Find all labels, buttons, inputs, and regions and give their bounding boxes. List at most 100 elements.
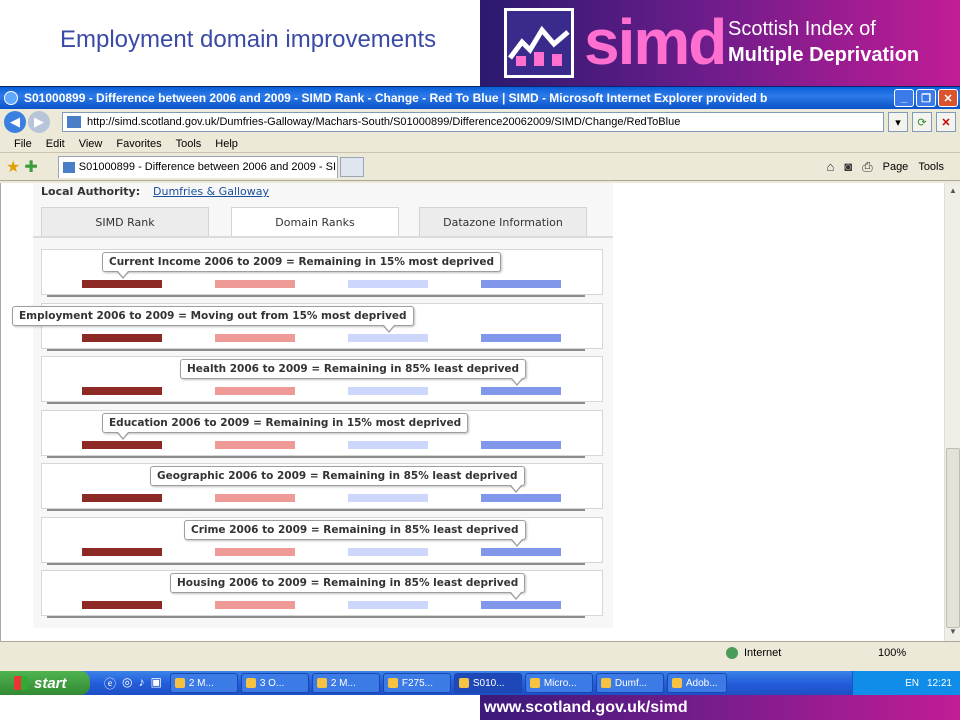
banner-wordmark: simd xyxy=(584,6,727,78)
band-bar-2 xyxy=(215,440,295,449)
quick-launch-desktop-icon[interactable]: ▣ xyxy=(151,675,162,692)
new-tab-button[interactable] xyxy=(339,156,364,177)
browser-tab[interactable]: S01000899 - Difference between 2006 and … xyxy=(57,155,338,178)
taskbar-item[interactable]: Adob... xyxy=(666,673,727,693)
task-label: 2 M... xyxy=(330,677,356,689)
tools-menu[interactable]: Tools xyxy=(918,161,944,173)
footer-url: www.scotland.gov.uk/simd xyxy=(480,695,960,720)
band-bar-1 xyxy=(82,601,162,609)
band-bar-2 xyxy=(215,601,295,609)
band-bar-4 xyxy=(481,387,561,395)
start-button[interactable]: start xyxy=(0,671,90,695)
menu-favorites[interactable]: Favorites xyxy=(116,138,161,150)
web-content: Local Authority: Dumfries & Galloway SIM… xyxy=(0,183,944,641)
band-bar-4 xyxy=(481,601,561,609)
domain-change-callout: Current Income 2006 to 2009 = Remaining … xyxy=(102,252,502,279)
domain-change-callout: Crime 2006 to 2009 = Remaining in 85% le… xyxy=(184,519,526,547)
menu-view[interactable]: View xyxy=(79,138,103,150)
window-title: S01000899 - Difference between 2006 and … xyxy=(24,91,768,105)
panel-baseline xyxy=(47,562,585,565)
language-indicator[interactable]: EN xyxy=(905,678,919,689)
domain-change-callout: Geographic 2006 to 2009 = Remaining in 8… xyxy=(150,466,525,493)
taskbar-item[interactable]: F275... xyxy=(382,673,451,693)
window-titlebar[interactable]: S01000899 - Difference between 2006 and … xyxy=(0,87,960,109)
stop-button[interactable]: ✕ xyxy=(936,112,956,132)
feeds-icon[interactable]: ◙ xyxy=(844,159,852,174)
tab-favicon-icon xyxy=(62,161,75,173)
band-bar-2 xyxy=(215,333,295,342)
start-label: start xyxy=(34,674,67,692)
print-icon[interactable]: ⎙ xyxy=(862,159,872,175)
address-dropdown-button[interactable]: ▾ xyxy=(888,112,908,132)
band-bar-4 xyxy=(481,494,561,502)
domain-change-callout: Housing 2006 to 2009 = Remaining in 85% … xyxy=(170,573,526,600)
menu-edit[interactable]: Edit xyxy=(46,138,65,150)
taskbar-item[interactable]: Dumf... xyxy=(595,673,664,693)
simd-house-logo-icon xyxy=(504,8,574,78)
task-icon xyxy=(174,678,185,688)
quick-launch-ie-icon[interactable]: ⓔ xyxy=(104,675,116,692)
taskbar-item[interactable]: Micro... xyxy=(524,673,593,693)
tab-row: ★ ✚ S01000899 - Difference between 2006 … xyxy=(0,153,960,181)
domain-panel: Crime 2006 to 2009 = Remaining in 85% le… xyxy=(41,516,603,563)
forward-button[interactable]: ▶ xyxy=(28,111,50,133)
slide-title: Employment domain improvements xyxy=(60,26,437,53)
scroll-up-icon[interactable]: ▲ xyxy=(946,184,960,198)
tab-datazone-information[interactable]: Datazone Information xyxy=(419,207,587,237)
refresh-button[interactable]: ⟳ xyxy=(912,112,932,132)
domain-change-callout: Health 2006 to 2009 = Remaining in 85% l… xyxy=(180,359,527,386)
task-label: Micro... xyxy=(543,677,577,689)
close-button[interactable]: ✕ xyxy=(938,89,958,107)
security-zone: Internet xyxy=(726,646,781,659)
taskbar-item[interactable]: 2 M... xyxy=(311,673,380,693)
band-bar-3 xyxy=(348,547,428,556)
address-bar[interactable]: http://simd.scotland.gov.uk/Dumfries-Gal… xyxy=(62,112,884,132)
quick-launch-media-icon[interactable]: ♪ xyxy=(139,675,145,692)
scrollbar-thumb[interactable] xyxy=(946,448,960,628)
domain-panel: Health 2006 to 2009 = Remaining in 85% l… xyxy=(41,356,603,402)
domain-panel: Geographic 2006 to 2009 = Remaining in 8… xyxy=(41,463,603,509)
vertical-scrollbar[interactable]: ▲ ▼ xyxy=(944,183,960,641)
task-label: 2 M... xyxy=(188,677,214,689)
domain-change-callout: Employment 2006 to 2009 = Moving out fro… xyxy=(12,305,414,333)
quick-launch-outlook-icon[interactable]: ◎ xyxy=(122,675,132,692)
favorites-star-icon[interactable]: ★ xyxy=(6,157,20,177)
taskbar-item[interactable]: 3 O... xyxy=(240,673,309,693)
band-bar-3 xyxy=(348,333,428,342)
band-bar-3 xyxy=(348,280,428,288)
menu-file[interactable]: File xyxy=(14,138,32,150)
tab-domain-ranks[interactable]: Domain Ranks xyxy=(231,207,399,237)
taskbar-item-active[interactable]: S010... xyxy=(453,673,522,693)
ie-icon xyxy=(4,91,18,105)
tab-simd-rank[interactable]: SIMD Rank xyxy=(41,207,209,237)
page-menu[interactable]: Page xyxy=(883,161,909,173)
minimize-button[interactable]: _ xyxy=(894,89,914,107)
task-icon xyxy=(600,678,611,688)
band-bar-4 xyxy=(481,440,561,449)
task-label: Adob... xyxy=(685,677,718,689)
scroll-down-icon[interactable]: ▼ xyxy=(946,625,960,639)
menu-tools[interactable]: Tools xyxy=(176,138,202,150)
domain-panel: Housing 2006 to 2009 = Remaining in 85% … xyxy=(41,570,603,616)
address-row: ◀ ▶ http://simd.scotland.gov.uk/Dumfries… xyxy=(0,109,960,135)
band-bar-4 xyxy=(481,333,561,342)
clock: 12:21 xyxy=(926,677,952,689)
add-favorites-icon[interactable]: ✚ xyxy=(24,157,37,177)
page-favicon-icon xyxy=(67,116,81,128)
band-bar-2 xyxy=(215,494,295,502)
callout-pointer-icon xyxy=(383,324,395,333)
task-label: 3 O... xyxy=(259,677,285,689)
maximize-button[interactable]: ❐ xyxy=(916,89,936,107)
back-button[interactable]: ◀ xyxy=(4,111,26,133)
home-icon[interactable]: ⌂ xyxy=(826,159,834,174)
menu-help[interactable]: Help xyxy=(215,138,238,150)
band-bar-4 xyxy=(481,547,561,556)
band-bar-2 xyxy=(215,547,295,556)
band-bar-2 xyxy=(215,280,295,288)
band-bar-1 xyxy=(82,387,162,395)
band-bar-3 xyxy=(348,494,428,502)
local-authority-link[interactable]: Dumfries & Galloway xyxy=(153,185,269,198)
domain-change-callout: Education 2006 to 2009 = Remaining in 15… xyxy=(102,412,469,440)
zoom-level[interactable]: 100% xyxy=(878,647,906,659)
taskbar-item[interactable]: 2 M... xyxy=(169,673,238,693)
